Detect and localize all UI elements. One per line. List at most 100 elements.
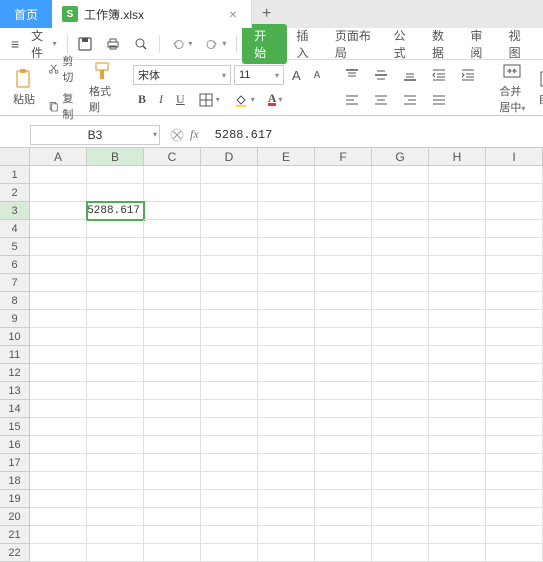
cell[interactable] bbox=[372, 166, 429, 184]
cell[interactable] bbox=[201, 238, 258, 256]
cell[interactable] bbox=[87, 436, 144, 454]
cell[interactable] bbox=[201, 508, 258, 526]
cell[interactable] bbox=[144, 256, 201, 274]
cell[interactable] bbox=[87, 472, 144, 490]
cell[interactable] bbox=[144, 454, 201, 472]
cell[interactable] bbox=[258, 472, 315, 490]
cell[interactable] bbox=[429, 490, 486, 508]
cell[interactable] bbox=[315, 382, 372, 400]
cell[interactable] bbox=[315, 202, 372, 220]
cell[interactable] bbox=[201, 364, 258, 382]
cell[interactable] bbox=[144, 328, 201, 346]
cell[interactable] bbox=[372, 184, 429, 202]
cell[interactable] bbox=[30, 544, 87, 562]
cell[interactable] bbox=[87, 310, 144, 328]
wrap-text-button[interactable]: ab 自动 bbox=[532, 66, 543, 109]
cancel-formula-icon[interactable] bbox=[170, 128, 184, 142]
cell[interactable] bbox=[201, 544, 258, 562]
row-header[interactable]: 14 bbox=[0, 400, 30, 418]
cell[interactable] bbox=[372, 544, 429, 562]
copy-button[interactable]: 复制 bbox=[44, 88, 82, 124]
cell[interactable] bbox=[486, 364, 543, 382]
cell[interactable] bbox=[144, 202, 201, 220]
font-size-select[interactable]: 11 ▾ bbox=[234, 65, 284, 85]
cell[interactable] bbox=[144, 400, 201, 418]
cell[interactable] bbox=[486, 436, 543, 454]
align-left-button[interactable] bbox=[339, 89, 365, 111]
row-header[interactable]: 13 bbox=[0, 382, 30, 400]
cell[interactable] bbox=[144, 364, 201, 382]
align-right-button[interactable] bbox=[397, 89, 423, 111]
cell[interactable] bbox=[258, 490, 315, 508]
cell[interactable] bbox=[201, 400, 258, 418]
hamburger-icon[interactable]: ≡ bbox=[6, 33, 24, 55]
fx-button[interactable]: fx bbox=[190, 127, 199, 142]
cell[interactable] bbox=[144, 526, 201, 544]
cell[interactable] bbox=[87, 454, 144, 472]
row-header[interactable]: 9 bbox=[0, 310, 30, 328]
cell[interactable] bbox=[429, 166, 486, 184]
indent-increase-button[interactable] bbox=[455, 64, 481, 86]
cell[interactable] bbox=[30, 364, 87, 382]
font-grow-button[interactable]: A bbox=[287, 65, 306, 86]
name-box[interactable]: B3 ▾ bbox=[30, 125, 160, 145]
fill-color-button[interactable]: ▾ bbox=[228, 89, 260, 111]
align-center-button[interactable] bbox=[368, 89, 394, 111]
column-header[interactable]: F bbox=[315, 148, 372, 166]
cell[interactable] bbox=[315, 490, 372, 508]
cell[interactable] bbox=[429, 310, 486, 328]
cell[interactable] bbox=[30, 184, 87, 202]
cell[interactable] bbox=[144, 310, 201, 328]
column-header[interactable]: G bbox=[372, 148, 429, 166]
cell[interactable] bbox=[201, 310, 258, 328]
row-header[interactable]: 3 bbox=[0, 202, 30, 220]
row-header[interactable]: 10 bbox=[0, 328, 30, 346]
cell[interactable] bbox=[30, 256, 87, 274]
cell[interactable] bbox=[201, 184, 258, 202]
cell[interactable] bbox=[315, 436, 372, 454]
cell[interactable] bbox=[486, 310, 543, 328]
cell[interactable] bbox=[486, 400, 543, 418]
merge-center-button[interactable]: 合并居中▾ bbox=[495, 58, 529, 117]
row-header[interactable]: 6 bbox=[0, 256, 30, 274]
cell[interactable] bbox=[30, 526, 87, 544]
cell[interactable] bbox=[372, 400, 429, 418]
border-button[interactable]: ▾ bbox=[193, 89, 225, 111]
column-header[interactable]: D bbox=[201, 148, 258, 166]
cell[interactable] bbox=[372, 418, 429, 436]
cell[interactable] bbox=[429, 220, 486, 238]
cell[interactable] bbox=[372, 292, 429, 310]
cell[interactable] bbox=[201, 454, 258, 472]
cell[interactable] bbox=[429, 418, 486, 436]
row-header[interactable]: 19 bbox=[0, 490, 30, 508]
cell[interactable] bbox=[144, 490, 201, 508]
cell[interactable] bbox=[486, 274, 543, 292]
row-header[interactable]: 21 bbox=[0, 526, 30, 544]
cell[interactable] bbox=[429, 544, 486, 562]
cell[interactable] bbox=[258, 274, 315, 292]
row-header[interactable]: 20 bbox=[0, 508, 30, 526]
cell[interactable] bbox=[372, 364, 429, 382]
cell[interactable] bbox=[429, 472, 486, 490]
cell[interactable] bbox=[201, 346, 258, 364]
cell[interactable] bbox=[315, 184, 372, 202]
row-header[interactable]: 15 bbox=[0, 418, 30, 436]
align-bottom-button[interactable] bbox=[397, 64, 423, 86]
cell[interactable] bbox=[315, 508, 372, 526]
cell[interactable] bbox=[87, 418, 144, 436]
cell[interactable] bbox=[258, 292, 315, 310]
cell[interactable] bbox=[30, 508, 87, 526]
cell[interactable] bbox=[144, 346, 201, 364]
cell[interactable] bbox=[258, 328, 315, 346]
indent-decrease-button[interactable] bbox=[426, 64, 452, 86]
cell[interactable] bbox=[30, 310, 87, 328]
cell[interactable] bbox=[258, 526, 315, 544]
cell[interactable] bbox=[429, 400, 486, 418]
cell[interactable] bbox=[144, 274, 201, 292]
cell[interactable] bbox=[30, 436, 87, 454]
menu-insert[interactable]: 插入 bbox=[289, 24, 325, 64]
cell[interactable] bbox=[258, 220, 315, 238]
cell[interactable] bbox=[30, 382, 87, 400]
underline-button[interactable]: U bbox=[171, 89, 190, 110]
row-header[interactable]: 17 bbox=[0, 454, 30, 472]
